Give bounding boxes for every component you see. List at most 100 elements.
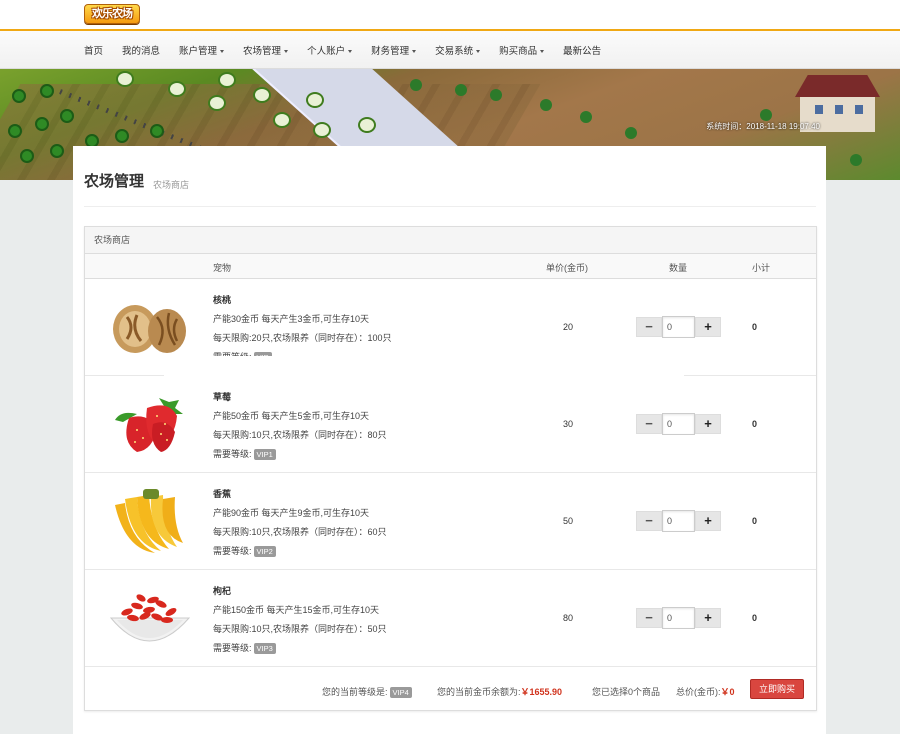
banner-tree [410, 79, 422, 91]
banner-tree [625, 127, 637, 139]
decrease-button[interactable]: − [636, 511, 662, 531]
gold-balance-value: ￥1655.90 [520, 687, 563, 697]
product-row: 枸杞 产能150金币 每天产生15金币,可生存10天 每天限购:10只,农场限养（同… [85, 570, 816, 667]
nav-item-label: 首页 [84, 46, 104, 57]
banner-cabbage [35, 117, 49, 131]
product-output: 产能30金币 每天产生3金币,可生存10天 [213, 314, 370, 324]
main-nav: 首页 我的消息 账户管理 农场管理 个人账户 财务管理 交易系统 购买商品 最新公告 [0, 31, 900, 69]
nav-item-label: 农场管理 [243, 46, 282, 57]
banner-cabbage [12, 89, 26, 103]
nav-item-8[interactable]: 最新公告 [563, 43, 601, 57]
caret-down-icon [348, 49, 353, 53]
site-logo[interactable]: 欢乐农场 [84, 4, 140, 24]
nav-item-5[interactable]: 财务管理 [371, 43, 417, 57]
nav-item-label: 交易系统 [435, 46, 474, 57]
banner-cabbage [40, 84, 54, 98]
banner-crop [220, 74, 234, 86]
unit-price: 50 [563, 516, 574, 526]
nav-item-label: 购买商品 [499, 46, 538, 57]
quantity-input[interactable] [662, 510, 695, 532]
selected-count: 您已选择0个商品 [592, 687, 661, 697]
header-subtotal: 小计 [752, 263, 771, 273]
total-price: 总价(金币):￥0 [676, 687, 735, 697]
product-output: 产能50金币 每天产生5金币,可生存10天 [213, 411, 370, 421]
increase-button[interactable]: + [695, 414, 721, 434]
caret-down-icon [412, 49, 417, 53]
top-bar: 欢乐农场 [0, 0, 900, 31]
vip-badge: VIP1 [253, 449, 276, 460]
nav-item-label: 账户管理 [179, 46, 218, 57]
table-header: 宠物 单价(金币) 数量 小计 [85, 254, 816, 279]
nav-item-3[interactable]: 农场管理 [243, 43, 289, 57]
banner-cabbage [50, 144, 64, 158]
product-level: 需要等级: VIP3 [213, 641, 276, 654]
goji-image [107, 584, 192, 652]
current-vip-badge: VIP4 [389, 687, 412, 698]
caret-down-icon [540, 49, 545, 53]
quantity-input[interactable] [662, 316, 695, 338]
banner-crop [255, 89, 269, 101]
product-row: 香蕉产能90金币 每天产生9金币,可生存10天每天限购:10只,农场限养（同时存… [85, 473, 816, 570]
nav-item-2[interactable]: 账户管理 [179, 43, 225, 57]
nav-item-1[interactable]: 我的消息 [122, 43, 160, 57]
banner-crop [275, 114, 289, 126]
product-row: 草莓产能50金币 每天产生5金币,可生存10天每天限购:10只,农场限养（同时存… [85, 376, 816, 473]
banner-crop [315, 124, 329, 136]
strawberry-image [107, 390, 192, 458]
page-subtitle: 农场商店 [153, 180, 190, 190]
caret-down-icon [476, 49, 481, 53]
decrease-button[interactable]: − [636, 414, 662, 434]
system-time: 系统时间：2018-11-18 19:07:40 [706, 122, 820, 131]
current-level: 您的当前等级是: VIP4 [322, 685, 412, 698]
nav-item-4[interactable]: 个人账户 [307, 43, 353, 57]
product-limit: 每天限购:10只,农场限养（同时存在）：80只 [213, 430, 387, 440]
quantity-stepper: −+ [636, 413, 721, 435]
quantity-input[interactable] [662, 607, 695, 629]
increase-button[interactable]: + [695, 317, 721, 337]
nav-item-6[interactable]: 交易系统 [435, 43, 481, 57]
product-limit: 每天限购:10只,农场限养（同时存在）：60只 [213, 527, 387, 537]
product-limit: 每天限购:20只,农场限养（同时存在）：100只 [213, 333, 392, 343]
header-qty: 数量 [669, 263, 688, 273]
banner-cabbage [60, 109, 74, 123]
banner-tree [850, 154, 862, 166]
banner-tree [490, 89, 502, 101]
buy-now-button[interactable]: 立即购买 [750, 679, 804, 699]
banana-image [107, 487, 192, 555]
banner-crop [210, 97, 224, 109]
vip-badge: VIP3 [253, 643, 276, 654]
caret-down-icon [220, 49, 225, 53]
banner-crop [360, 119, 374, 131]
increase-button[interactable]: + [695, 608, 721, 628]
vip-badge: VIP2 [253, 546, 276, 557]
page-title: 农场管理 [84, 173, 145, 190]
nav-item-label: 个人账户 [307, 46, 346, 57]
banner-crop [118, 73, 132, 85]
banner-cabbage [115, 129, 129, 143]
decrease-button[interactable]: − [636, 317, 662, 337]
main-panel: 农场管理 农场商店 农场商店 宠物 单价(金币) 数量 小计 核桃 产能30金币 … [73, 146, 826, 734]
nav-item-0[interactable]: 首页 [84, 43, 103, 57]
product-output: 产能90金币 每天产生9金币,可生存10天 [213, 508, 370, 518]
decrease-button[interactable]: − [636, 608, 662, 628]
product-name: 草莓 [213, 392, 232, 402]
nav-item-7[interactable]: 购买商品 [499, 43, 545, 57]
quantity-input[interactable] [662, 413, 695, 435]
subtotal: 0 [752, 613, 758, 623]
nav-list: 首页 我的消息 账户管理 农场管理 个人账户 财务管理 交易系统 购买商品 最新公告 [84, 31, 620, 69]
store-box: 农场商店 宠物 单价(金币) 数量 小计 核桃 产能30金币 每天产生3金币,可生… [84, 226, 817, 711]
banner-tree [580, 111, 592, 123]
product-level: 需要等级: VIP2 [213, 544, 276, 557]
nav-item-label: 财务管理 [371, 46, 410, 57]
product-name: 香蕉 [213, 489, 232, 499]
product-limit: 每天限购:10只,农场限养（同时存在）：50只 [213, 624, 387, 634]
nav-item-label: 我的消息 [122, 46, 161, 57]
gold-balance: 您的当前金币余额为:￥1655.90 [437, 687, 563, 697]
increase-button[interactable]: + [695, 511, 721, 531]
store-box-title: 农场商店 [85, 227, 816, 254]
product-name: 枸杞 [213, 586, 232, 596]
subtotal: 0 [752, 419, 758, 429]
header-pet: 宠物 [213, 263, 232, 273]
banner-crop [170, 83, 184, 95]
unit-price: 80 [563, 613, 574, 623]
